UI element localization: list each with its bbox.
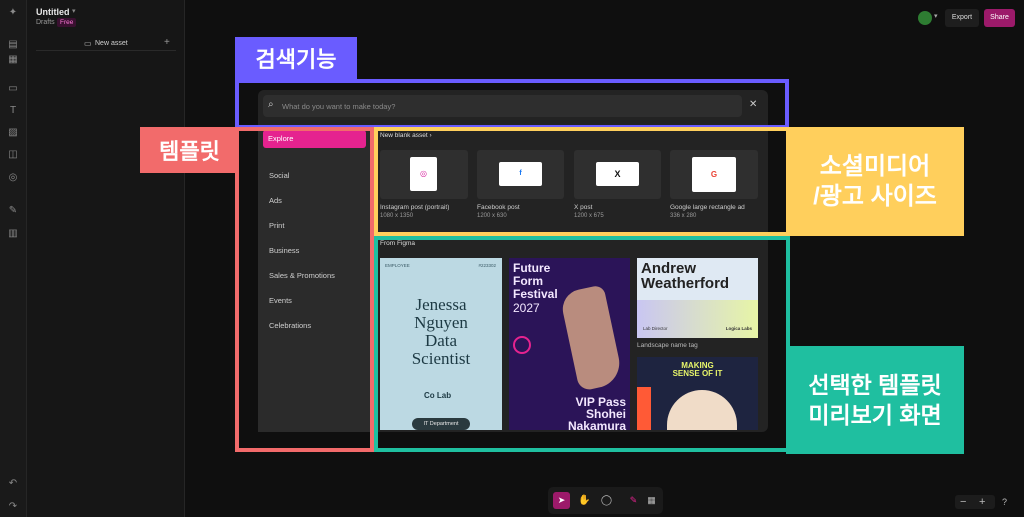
edit-icon[interactable]: ✎ [6, 204, 20, 218]
plan-badge: Free [57, 18, 77, 27]
preview-annotation-line: 미리보기 화면 [808, 402, 942, 428]
template-icon[interactable]: ▦ [644, 492, 659, 509]
table-icon[interactable]: ▥ [6, 227, 20, 241]
add-icon[interactable]: + [164, 37, 170, 48]
plugin-icon[interactable]: ◎ [6, 171, 20, 185]
zoom-out-icon[interactable]: − [960, 495, 966, 509]
avatar[interactable] [918, 11, 932, 25]
chevron-down-icon[interactable]: ▾ [934, 12, 938, 20]
image-icon[interactable]: ▨ [6, 126, 20, 140]
sizes-annotation-line: /광고 사이즈 [813, 182, 937, 210]
preview-annotation-frame [374, 236, 790, 452]
sizes-annotation-line: 소셜미디어 [819, 152, 931, 180]
sizes-annotation-label: 소셜미디어 /광고 사이즈 [786, 127, 964, 236]
export-button[interactable]: Export [945, 9, 979, 27]
new-asset-label[interactable]: New asset [95, 40, 128, 47]
hand-icon[interactable]: ✋ [576, 492, 593, 509]
file-title[interactable]: Untitled [36, 7, 70, 17]
layers-icon[interactable]: ▤ [6, 38, 20, 52]
search-annotation-frame [235, 79, 789, 129]
undo-icon[interactable]: ↶ [6, 477, 20, 491]
text-icon[interactable]: T [6, 104, 20, 118]
template-annotation-frame [235, 127, 374, 452]
sizes-annotation-frame [374, 127, 790, 236]
chevron-down-icon[interactable]: ▾ [72, 7, 76, 15]
shape-icon[interactable]: ◫ [6, 148, 20, 162]
preview-annotation-label: 선택한 템플릿 미리보기 화면 [786, 346, 964, 454]
assets-icon[interactable]: ▦ [6, 53, 20, 67]
file-location: Drafts [36, 19, 55, 26]
help-icon[interactable]: ? [1002, 495, 1007, 509]
preview-annotation-line: 선택한 템플릿 [808, 372, 942, 398]
template-annotation-label: 템플릿 [140, 127, 239, 173]
tool-rail: ✦ ▤ ▦ ▭ T ▨ ◫ ◎ ✎ ▥ ↶ ↷ [0, 0, 27, 517]
redo-icon[interactable]: ↷ [6, 500, 20, 514]
left-panel [27, 0, 185, 517]
comment-icon[interactable]: ◯ [598, 492, 615, 509]
share-button[interactable]: Share [984, 9, 1015, 27]
search-annotation-label: 검색기능 [235, 37, 357, 79]
draw-icon[interactable]: ✎ [626, 492, 641, 509]
cursor-icon[interactable]: ➤ [553, 492, 570, 509]
zoom-in-icon[interactable]: + [979, 495, 985, 509]
frame-icon[interactable]: ▭ [6, 82, 20, 96]
figma-logo-icon[interactable]: ✦ [6, 6, 20, 20]
asset-icon: ▭ [84, 39, 92, 48]
